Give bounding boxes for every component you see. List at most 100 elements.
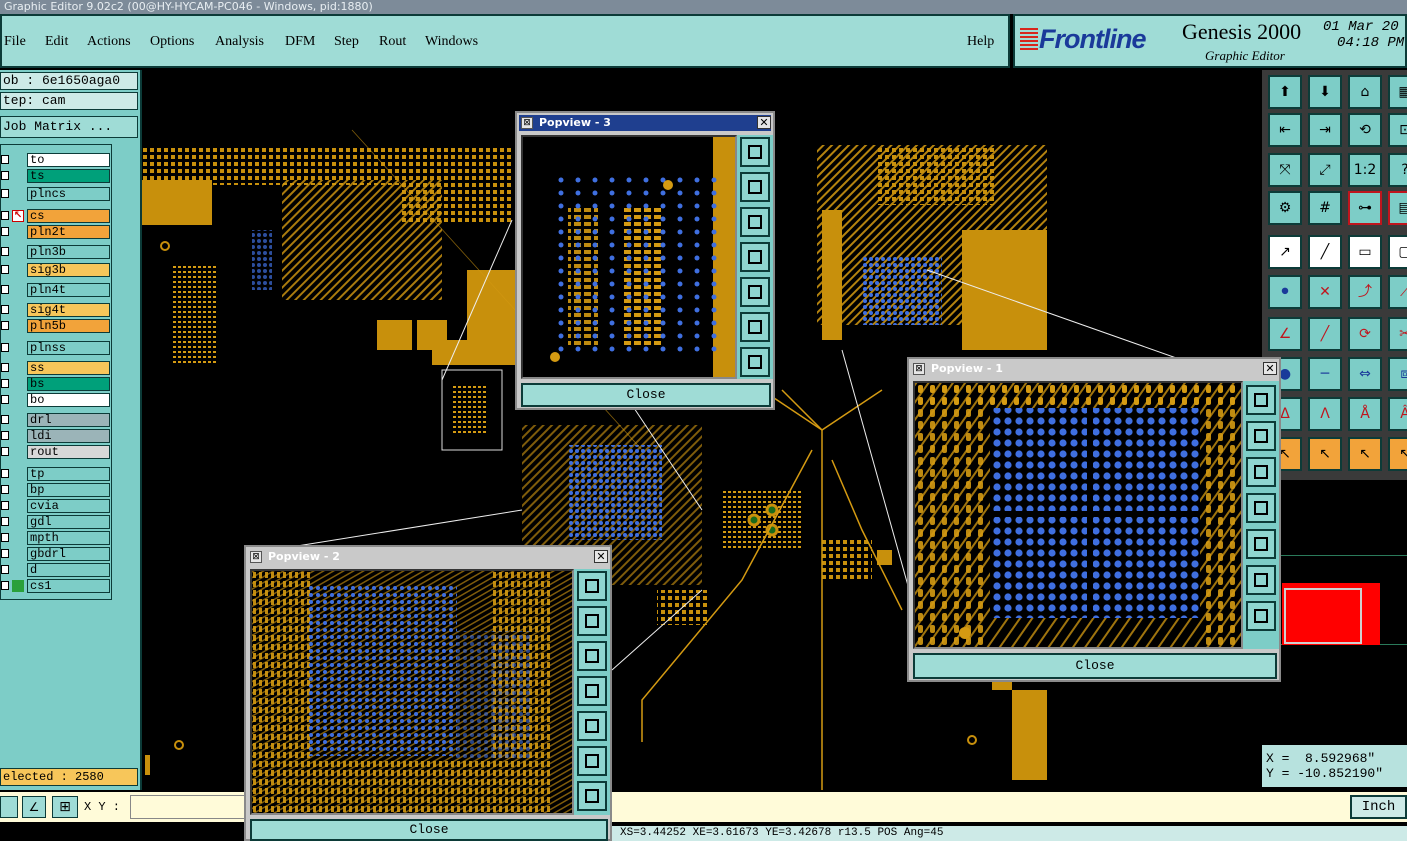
layer-checkbox[interactable] (1, 447, 9, 456)
layer-name[interactable]: pln4t (27, 283, 110, 297)
menu-step[interactable]: Step (334, 34, 359, 50)
layer-checkbox[interactable] (1, 565, 9, 574)
layer-row-tp[interactable]: tp (1, 467, 113, 481)
layer-row-d[interactable]: d (1, 563, 113, 577)
pan-down-icon[interactable] (577, 641, 607, 671)
zoom-out-icon[interactable] (1246, 601, 1276, 631)
layer-row-rout[interactable]: rout (1, 445, 113, 459)
layer-row-to[interactable]: to (1, 153, 113, 167)
layer-checkbox[interactable] (1, 321, 9, 330)
window-menu-icon[interactable]: ⊠ (521, 117, 533, 129)
magnify-icon[interactable]: ⊡ (1388, 113, 1407, 147)
layer-name[interactable]: pln5b (27, 319, 110, 333)
pan-up-icon[interactable] (1246, 421, 1276, 451)
menu-analysis[interactable]: Analysis (215, 34, 264, 50)
layer-name[interactable]: plncs (27, 187, 110, 201)
popview-3-titlebar[interactable]: Popview - 3 (519, 115, 771, 131)
window-menu-icon[interactable]: ⊠ (250, 551, 262, 563)
line-add-icon[interactable]: ⤴ (1348, 275, 1382, 309)
window-menu-icon[interactable]: ⊠ (913, 363, 925, 375)
home-icon[interactable]: ⌂ (1348, 75, 1382, 109)
popview-1-view[interactable] (913, 381, 1243, 649)
menu-actions[interactable]: Actions (87, 34, 131, 50)
pan-left-icon[interactable] (1246, 493, 1276, 523)
popview-2-titlebar[interactable]: Popview - 2 (248, 549, 608, 565)
popview-3-close-button[interactable]: Close (521, 383, 771, 407)
close-icon[interactable]: ✕ (757, 116, 771, 129)
measure-icon[interactable]: ∠ (22, 796, 46, 818)
layer-row-cs1[interactable]: cs1 (1, 579, 113, 593)
layer-name[interactable]: to (27, 153, 110, 167)
layer-name[interactable]: cs1 (27, 579, 110, 593)
cross-icon[interactable]: ✕ (1308, 275, 1342, 309)
zoom-in-icon[interactable] (1246, 565, 1276, 595)
angle-icon[interactable]: ⟋ (1388, 275, 1407, 309)
pan-left-icon[interactable] (740, 242, 770, 272)
popview-3-view[interactable] (521, 135, 737, 379)
triangle-b-icon[interactable]: Â (1388, 397, 1407, 431)
layer-name[interactable]: sig4t (27, 303, 110, 317)
layer-name[interactable]: rout (27, 445, 110, 459)
layer-name[interactable]: sig3b (27, 263, 110, 277)
layers-icon[interactable]: ▦ (1388, 75, 1407, 109)
ratio-icon[interactable]: 1:2 (1348, 153, 1382, 187)
menu-edit[interactable]: Edit (45, 34, 68, 50)
connect-icon[interactable]: ⚫ (1268, 275, 1302, 309)
grid-icon[interactable]: # (1308, 191, 1342, 225)
layer-row-bp[interactable]: bp (1, 483, 113, 497)
layer-checkbox[interactable] (1, 533, 9, 542)
pointer-copy-icon[interactable]: ↖ (1388, 437, 1407, 471)
layer-checkbox[interactable] (1, 285, 9, 294)
layer-checkbox[interactable] (1, 265, 9, 274)
layer-name[interactable]: gdl (27, 515, 110, 529)
zoom-window-icon[interactable] (1246, 385, 1276, 415)
tools-icon[interactable]: ⚙ (1268, 191, 1302, 225)
draw-diag-icon[interactable]: ╱ (1308, 317, 1342, 351)
layer-checkbox[interactable] (1, 227, 9, 236)
layer-name[interactable]: bs (27, 377, 110, 391)
layer-checkbox[interactable] (1, 189, 9, 198)
layer-row-pln5b[interactable]: pln5b (1, 319, 113, 333)
layer-checkbox[interactable] (1, 431, 9, 440)
layer-row-cs[interactable]: ↖ cs (1, 209, 113, 223)
layer-row-drl[interactable]: drl (1, 413, 113, 427)
layer-name[interactable]: ss (27, 361, 110, 375)
dimension-icon[interactable]: ⇔ (1348, 357, 1382, 391)
layer-row-pln4t[interactable]: pln4t (1, 283, 113, 297)
zoom-out-icon[interactable] (577, 781, 607, 811)
menu-rout[interactable]: Rout (379, 34, 406, 50)
line-icon[interactable]: ╱ (1308, 235, 1342, 269)
popview-2-view[interactable] (250, 569, 574, 815)
square-icon[interactable]: ▢ (1388, 235, 1407, 269)
minus-icon[interactable]: ─ (1308, 357, 1342, 391)
layer-name[interactable]: ts (27, 169, 110, 183)
layer-name[interactable]: d (27, 563, 110, 577)
layer-row-sig4t[interactable]: sig4t (1, 303, 113, 317)
save-icon[interactable]: ⬇ (1308, 75, 1342, 109)
layer-name[interactable]: tp (27, 467, 110, 481)
layer-checkbox[interactable] (1, 395, 9, 404)
layer-checkbox[interactable] (1, 549, 9, 558)
pan-right-icon[interactable] (740, 277, 770, 307)
edit-icon[interactable]: ⧈ (1388, 357, 1407, 391)
close-icon[interactable]: ✕ (594, 550, 608, 563)
menu-file[interactable]: File (4, 34, 26, 50)
layer-name[interactable]: plnss (27, 341, 110, 355)
layer-name[interactable]: drl (27, 413, 110, 427)
zoom-window-icon[interactable] (740, 137, 770, 167)
popview-1-close-button[interactable]: Close (913, 653, 1277, 679)
pan-down-icon[interactable] (740, 207, 770, 237)
layer-checkbox[interactable] (1, 469, 9, 478)
layer-row-ss[interactable]: ss (1, 361, 113, 375)
rotate-icon[interactable]: ⟲ (1348, 113, 1382, 147)
arc-icon[interactable]: ⟳ (1348, 317, 1382, 351)
layer-checkbox[interactable] (1, 171, 9, 180)
layer-checkbox[interactable] (1, 247, 9, 256)
layer-checkbox[interactable] (1, 517, 9, 526)
settings-icon[interactable]: ▤ (1388, 191, 1407, 225)
close-icon[interactable]: ✕ (1263, 362, 1277, 375)
unit-toggle-button[interactable]: Inch (1350, 795, 1407, 819)
layer-row-cvia[interactable]: cvia (1, 499, 113, 513)
popview-1-titlebar[interactable]: Popview - 1 (911, 361, 1277, 377)
menu-options[interactable]: Options (150, 34, 194, 50)
